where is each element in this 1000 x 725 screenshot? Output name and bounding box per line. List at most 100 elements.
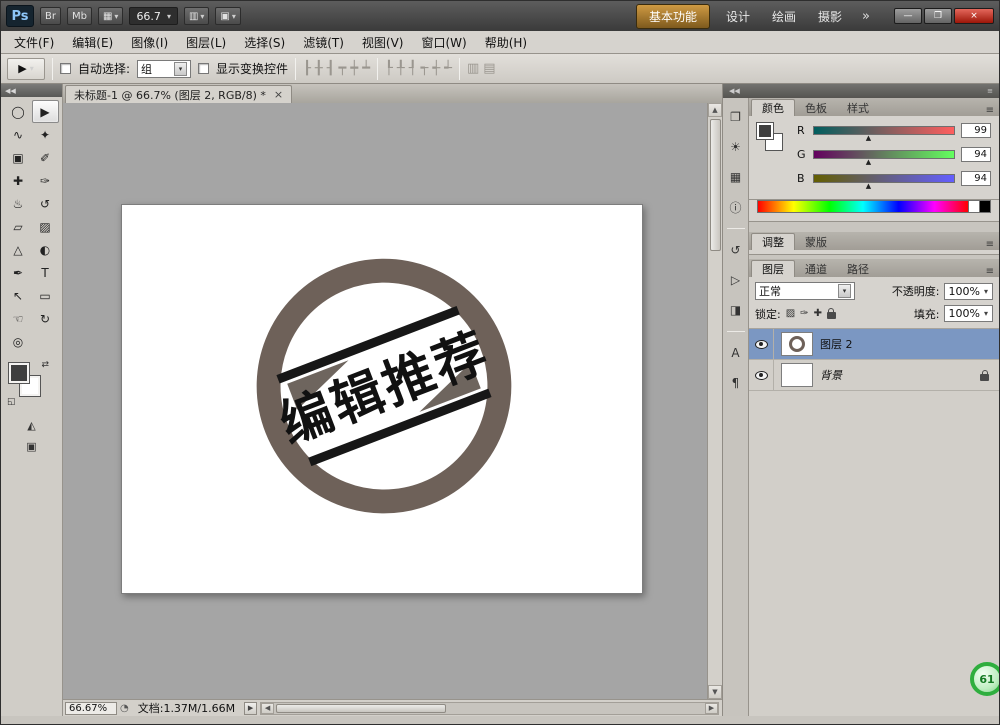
lock-transparent-icon[interactable]: ▨: [786, 308, 795, 319]
fill-field[interactable]: 100% ▾: [944, 305, 993, 322]
workspace-photography[interactable]: 摄影: [812, 5, 848, 28]
layer-thumbnail[interactable]: [781, 332, 813, 356]
align-left-icon[interactable]: ┯: [339, 61, 347, 76]
status-zoom-field[interactable]: 66.67%: [65, 702, 117, 715]
eraser-tool[interactable]: ▱: [5, 215, 32, 238]
tab-channels[interactable]: 通道: [795, 260, 837, 277]
vertical-scrollbar[interactable]: ▲ ▼: [707, 103, 722, 699]
mini-bridge-button[interactable]: Mb: [67, 7, 92, 25]
toolbox-collapse-bar[interactable]: ◀◀: [1, 84, 62, 97]
blue-slider[interactable]: ▲: [813, 174, 955, 183]
menu-help[interactable]: 帮助(H): [476, 31, 536, 54]
distribute-bottom-icon[interactable]: ┦: [409, 61, 417, 76]
type-tool[interactable]: T: [32, 261, 59, 284]
overlay-badge[interactable]: 61: [970, 662, 1000, 696]
slider-marker-icon[interactable]: ▲: [866, 134, 871, 142]
show-transform-checkbox[interactable]: [198, 63, 209, 74]
workspace-design[interactable]: 设计: [720, 5, 756, 28]
horizontal-scrollbar[interactable]: ◀ ▶: [260, 702, 719, 715]
zoom-level-control[interactable]: 66.7 ▾: [129, 7, 178, 25]
move-tool[interactable]: ▶: [32, 100, 59, 123]
menu-filter[interactable]: 滤镜(T): [294, 31, 353, 54]
menu-edit[interactable]: 编辑(E): [63, 31, 122, 54]
healing-brush-tool[interactable]: ✚: [5, 169, 32, 192]
screen-mode-button[interactable]: ▣ ▾: [215, 7, 240, 25]
lock-paint-icon[interactable]: ✑: [800, 308, 808, 319]
minimize-button[interactable]: —: [894, 8, 922, 24]
auto-align-layers-icon[interactable]: ▤: [483, 61, 495, 76]
eye-icon[interactable]: [755, 340, 768, 349]
actions-panel-icon[interactable]: ▷: [726, 271, 746, 289]
distribute-vcenter-icon[interactable]: ╀: [397, 61, 405, 76]
blur-tool[interactable]: △: [5, 238, 32, 261]
gradient-tool[interactable]: ▨: [32, 215, 59, 238]
info-panel-icon[interactable]: ⓘ: [726, 198, 746, 216]
align-top-icon[interactable]: ┠: [303, 61, 311, 76]
auto-select-dropdown[interactable]: 组 ▾: [137, 60, 191, 78]
canvas-area[interactable]: 编辑推荐: [63, 103, 707, 699]
foreground-color-swatch[interactable]: [757, 123, 773, 139]
status-options-button[interactable]: ▶: [244, 702, 257, 715]
brush-tool[interactable]: ✑: [32, 169, 59, 192]
adjustments-panel-icon[interactable]: ☀: [726, 138, 746, 156]
crop-tool[interactable]: ▣: [5, 146, 32, 169]
path-selection-tool[interactable]: ↖: [5, 284, 32, 307]
vertical-scroll-thumb[interactable]: [710, 119, 721, 251]
menu-image[interactable]: 图像(I): [122, 31, 177, 54]
navigator-panel-icon[interactable]: ❐: [726, 108, 746, 126]
tab-color[interactable]: 颜色: [751, 99, 795, 116]
visibility-cell[interactable]: [749, 360, 774, 390]
color-spectrum-ramp[interactable]: [757, 200, 969, 213]
workspace-essentials[interactable]: 基本功能: [636, 4, 710, 29]
zoom-tool[interactable]: ◎: [5, 330, 32, 353]
bridge-button[interactable]: Br: [40, 7, 61, 25]
dodge-tool[interactable]: ◐: [32, 238, 59, 261]
rotate-view-tool[interactable]: ↻: [32, 307, 59, 330]
blend-mode-dropdown[interactable]: 正常 ▾: [755, 282, 855, 300]
menu-layer[interactable]: 图层(L): [177, 31, 235, 54]
blue-value-field[interactable]: 94: [961, 171, 991, 186]
tab-paths[interactable]: 路径: [837, 260, 879, 277]
tool-preset-picker[interactable]: ▶ ▾: [7, 58, 45, 80]
auto-select-checkbox[interactable]: [60, 63, 71, 74]
tab-swatches[interactable]: 色板: [795, 99, 837, 116]
scroll-up-icon[interactable]: ▲: [708, 103, 722, 117]
distribute-hcenter-icon[interactable]: ┽: [432, 61, 440, 76]
layer-thumbnail[interactable]: [781, 363, 813, 387]
black-swatch[interactable]: [980, 200, 991, 213]
close-button[interactable]: ×: [954, 8, 994, 24]
paragraph-panel-icon[interactable]: ¶: [726, 374, 746, 392]
scroll-left-icon[interactable]: ◀: [261, 703, 274, 714]
masks-panel-icon[interactable]: ◨: [726, 301, 746, 319]
arrange-documents-button[interactable]: ▥ ▾: [184, 7, 209, 25]
slider-marker-icon[interactable]: ▲: [866, 182, 871, 190]
elliptical-marquee-tool[interactable]: ◯: [5, 100, 32, 123]
align-bottom-icon[interactable]: ┨: [327, 61, 335, 76]
screen-mode-icon[interactable]: ▣: [26, 440, 36, 453]
dock-menu-icon[interactable]: ≡: [987, 87, 993, 95]
align-hcenter-icon[interactable]: ┿: [350, 61, 358, 76]
histogram-panel-icon[interactable]: ▦: [726, 168, 746, 186]
workspace-overflow-icon[interactable]: »: [858, 9, 874, 24]
opacity-field[interactable]: 100% ▾: [944, 283, 993, 300]
view-extras-button[interactable]: ▦ ▾: [98, 7, 123, 25]
tab-adjustments[interactable]: 调整: [751, 233, 795, 250]
collapse-panels-icon[interactable]: ◀◀: [729, 87, 740, 95]
document-tab[interactable]: 未标题-1 @ 66.7% (图层 2, RGB/8) * ×: [65, 85, 292, 103]
menu-file[interactable]: 文件(F): [5, 31, 63, 54]
distribute-left-icon[interactable]: ┭: [421, 61, 429, 76]
red-slider[interactable]: ▲: [813, 126, 955, 135]
panel-menu-icon[interactable]: ≡: [986, 266, 994, 277]
eyedropper-tool[interactable]: ✐: [32, 146, 59, 169]
tab-layers[interactable]: 图层: [751, 260, 795, 277]
dock-header[interactable]: ◀◀ ≡: [723, 84, 999, 98]
shape-tool[interactable]: ▭: [32, 284, 59, 307]
layer-name[interactable]: 图层 2: [820, 336, 853, 352]
tab-close-icon[interactable]: ×: [274, 88, 283, 101]
layer-name[interactable]: 背景: [820, 367, 842, 383]
green-value-field[interactable]: 94: [961, 147, 991, 162]
workspace-painting[interactable]: 绘画: [766, 5, 802, 28]
swap-colors-icon[interactable]: ⇄: [41, 360, 49, 370]
restore-button[interactable]: ❐: [924, 8, 952, 24]
align-right-icon[interactable]: ┷: [362, 61, 370, 76]
